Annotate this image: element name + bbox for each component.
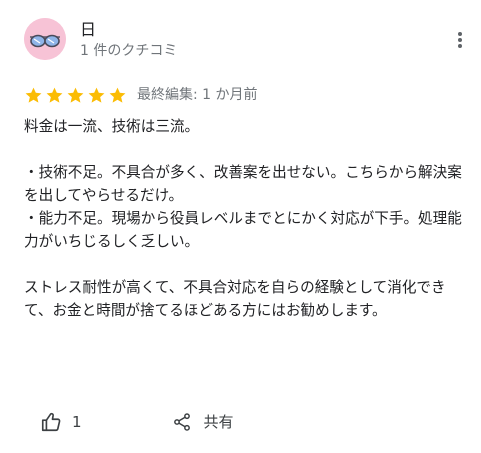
reviewer-review-count: 1 件のクチコミ (80, 43, 178, 59)
review-paragraph: 料金は一流、技術は三流。 (24, 118, 200, 135)
review-paragraph: ・技術不足。不具合が多く、改善案を出せない。こちらから解決案を出してやらせるだけ… (24, 164, 462, 250)
review-paragraph-spacer (24, 253, 470, 276)
star-icon (109, 87, 126, 103)
more-vert-icon (458, 32, 462, 48)
review-paragraph-spacer (24, 138, 470, 161)
edited-time: 最終編集: 1 か月前 (137, 87, 258, 103)
thumb-up-icon (41, 412, 61, 432)
star-rating (24, 86, 127, 105)
review-text: 料金は一流、技術は三流。 ・技術不足。不具合が多く、改善案を出せない。こちらから… (24, 115, 470, 322)
review-card: 日 1 件のクチコミ 最終編集: 1 か月前 料金は一流、技術は三流。 ・技術不… (0, 0, 481, 453)
like-count: 1 (72, 413, 82, 431)
share-icon (173, 413, 190, 431)
review-paragraph: ストレス耐性が高くて、不具合対応を自らの経験として消化できて、お金と時間が捨てる… (24, 279, 446, 319)
share-label: 共有 (203, 413, 234, 431)
review-header: 日 1 件のクチコミ (24, 18, 464, 66)
star-icon (25, 87, 42, 103)
star-icon (88, 87, 105, 103)
like-button[interactable]: 1 (40, 411, 82, 433)
rating-row: 最終編集: 1 か月前 (24, 84, 258, 106)
share-button[interactable]: 共有 (172, 412, 234, 432)
avatar[interactable] (24, 18, 66, 60)
sunglasses-avatar-icon (24, 18, 66, 60)
star-icon (46, 87, 63, 103)
reviewer-name[interactable]: 日 (80, 20, 96, 40)
star-icon (67, 87, 84, 103)
more-options-button[interactable] (448, 28, 472, 52)
review-actions: 1 共有 (40, 408, 234, 436)
